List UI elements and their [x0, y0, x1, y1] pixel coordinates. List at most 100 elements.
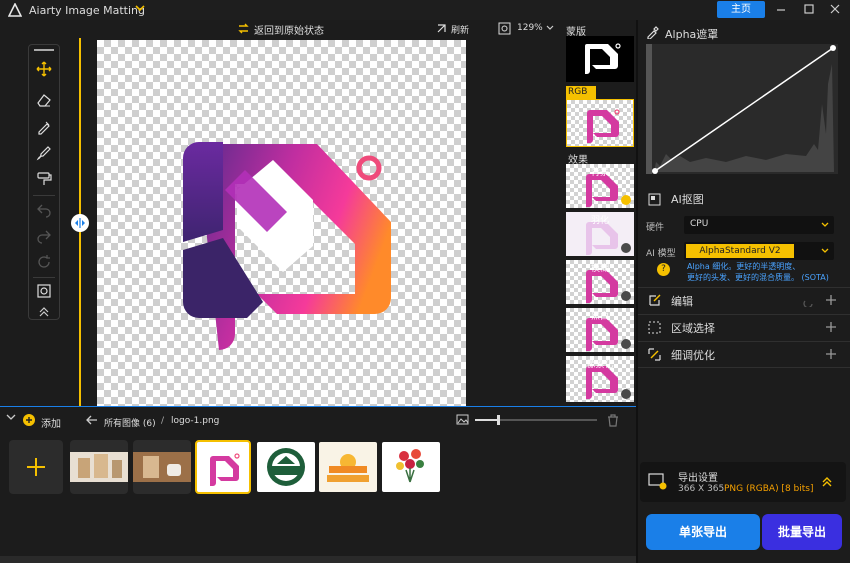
- effect-active-check-icon: [621, 195, 631, 205]
- add-button[interactable]: 添加: [41, 415, 61, 430]
- palette-handle[interactable]: [34, 49, 54, 51]
- canvas-bottom-line: [0, 406, 636, 407]
- section-divider: [638, 367, 850, 368]
- export-format: PNG (RGBA) [8 bits]: [724, 484, 814, 494]
- maximize-icon[interactable]: [803, 3, 815, 15]
- effect-feather[interactable]: 羽化: [566, 212, 634, 258]
- thumbnail-shop-logo[interactable]: [257, 442, 315, 492]
- export-settings[interactable]: 导出设置 366 X 365 PNG (RGBA) [8 bits]: [640, 462, 846, 502]
- thumbnail-flowers[interactable]: [382, 442, 440, 492]
- thumbnail-logo-selected[interactable]: [195, 440, 251, 494]
- section-label: 区域选择: [671, 321, 715, 335]
- palette-divider: [33, 277, 55, 278]
- thumbnail-bags-1[interactable]: [70, 440, 128, 494]
- logo-thumb: [210, 453, 240, 486]
- home-button[interactable]: 主页: [717, 1, 765, 18]
- flowers-image: [396, 449, 424, 483]
- region-select-section[interactable]: 区域选择: [638, 314, 850, 340]
- alpha-title: Alpha遮罩: [665, 28, 719, 41]
- region-add-icon[interactable]: [825, 321, 837, 333]
- thumbnail-bags-2[interactable]: [133, 440, 191, 494]
- edit-add-icon[interactable]: [825, 294, 837, 306]
- app-logo-icon: [8, 3, 22, 17]
- refine-section[interactable]: 细调优化: [638, 341, 850, 367]
- add-image-tile[interactable]: [9, 440, 63, 494]
- eyedropper-icon: [646, 26, 659, 39]
- logo-image: [183, 142, 391, 350]
- reset-button[interactable]: 返回到原始状态: [254, 22, 324, 37]
- edit-section[interactable]: 编辑: [638, 287, 850, 313]
- edit-icon: [648, 294, 661, 307]
- current-file-name: logo-1.png: [171, 416, 220, 426]
- title-bar: Aiarty Image Matting 主页: [0, 0, 850, 20]
- reset-icon[interactable]: [237, 22, 250, 35]
- effect-pixelate[interactable]: 像素化: [566, 356, 634, 404]
- restore-brush-icon[interactable]: [33, 142, 55, 164]
- hardware-value: CPU: [690, 219, 709, 229]
- collapse-filmstrip-icon[interactable]: [6, 414, 16, 422]
- refresh-button[interactable]: 刷新: [451, 23, 469, 36]
- edit-reset-icon[interactable]: [803, 295, 815, 307]
- slider-knob[interactable]: [497, 415, 500, 425]
- redo-icon[interactable]: [33, 225, 55, 247]
- rgba-preview[interactable]: [566, 99, 634, 147]
- effect-label: 像素化: [586, 360, 614, 370]
- refine-add-icon[interactable]: [825, 348, 837, 360]
- model-select[interactable]: AlphaStandard V2: [684, 242, 834, 260]
- zoom-dropdown-chevron-icon[interactable]: [546, 25, 554, 31]
- hardware-select[interactable]: CPU: [684, 216, 834, 234]
- export-dims: 366 X 365: [678, 484, 725, 494]
- undo-icon[interactable]: [33, 199, 55, 221]
- single-export-button[interactable]: 单张导出: [646, 514, 760, 550]
- effect-toggle-icon[interactable]: [621, 291, 631, 301]
- eraser-tool-icon[interactable]: [33, 89, 55, 111]
- collapse-palette-icon[interactable]: [33, 301, 55, 323]
- effect-toggle-icon[interactable]: [621, 389, 631, 399]
- effect-background[interactable]: 背景: [566, 164, 634, 210]
- minimize-icon[interactable]: [775, 3, 787, 15]
- back-arrow-icon[interactable]: [86, 415, 98, 425]
- app-title: Aiarty Image Matting: [29, 4, 145, 17]
- trash-icon[interactable]: [607, 414, 619, 427]
- close-icon[interactable]: [829, 3, 841, 15]
- alpha-curve-chart[interactable]: [646, 44, 838, 174]
- thumbnail-sunny-seniors[interactable]: [319, 442, 377, 492]
- brush-tool-icon[interactable]: [33, 116, 55, 138]
- compare-slider-handle[interactable]: [71, 214, 89, 232]
- section-label: 编辑: [671, 294, 693, 308]
- effect-label: 模糊: [590, 264, 609, 274]
- all-images-link[interactable]: 所有图像 (6): [104, 416, 156, 429]
- export-settings-title: 导出设置: [678, 473, 718, 484]
- batch-export-button[interactable]: 批量导出: [762, 514, 842, 550]
- expand-export-icon[interactable]: [821, 476, 833, 488]
- move-tool-icon[interactable]: [33, 58, 55, 80]
- image-canvas[interactable]: [97, 40, 466, 406]
- zoom-level[interactable]: 129%: [517, 23, 543, 33]
- roller-tool-icon[interactable]: [33, 168, 55, 190]
- effect-blur[interactable]: 模糊: [566, 260, 634, 306]
- canvas-toolbar: 返回到原始状态 刷新 129%: [0, 20, 565, 38]
- region-select-icon: [648, 321, 661, 334]
- ai-matting-title: AI抠图: [671, 193, 704, 206]
- bags-photo: [133, 452, 191, 482]
- thumbnail-size-slider[interactable]: [475, 415, 597, 425]
- bags-photo: [70, 452, 128, 482]
- ai-matting-icon: [648, 193, 661, 206]
- sunny-seniors-logo: [327, 454, 369, 482]
- tool-palette: [28, 44, 60, 320]
- effect-toggle-icon[interactable]: [621, 339, 631, 349]
- effect-black-white[interactable]: 黑白: [566, 308, 634, 354]
- bottom-scrollbar[interactable]: [0, 556, 636, 563]
- section-label: 细调优化: [671, 348, 715, 362]
- add-icon[interactable]: [23, 414, 35, 426]
- mask-preview[interactable]: [566, 36, 634, 82]
- zoom-icon[interactable]: [498, 22, 511, 35]
- app-menu-chevron-icon[interactable]: [135, 3, 145, 13]
- refresh-icon[interactable]: [435, 22, 448, 35]
- help-icon[interactable]: ?: [657, 263, 670, 276]
- effect-toggle-icon[interactable]: [621, 243, 631, 253]
- refine-icon: [648, 348, 661, 361]
- model-desc-1: Alpha 细化。更好的半透明度、: [687, 262, 801, 271]
- reset-view-icon[interactable]: [33, 251, 55, 273]
- compare-icon[interactable]: [33, 280, 55, 302]
